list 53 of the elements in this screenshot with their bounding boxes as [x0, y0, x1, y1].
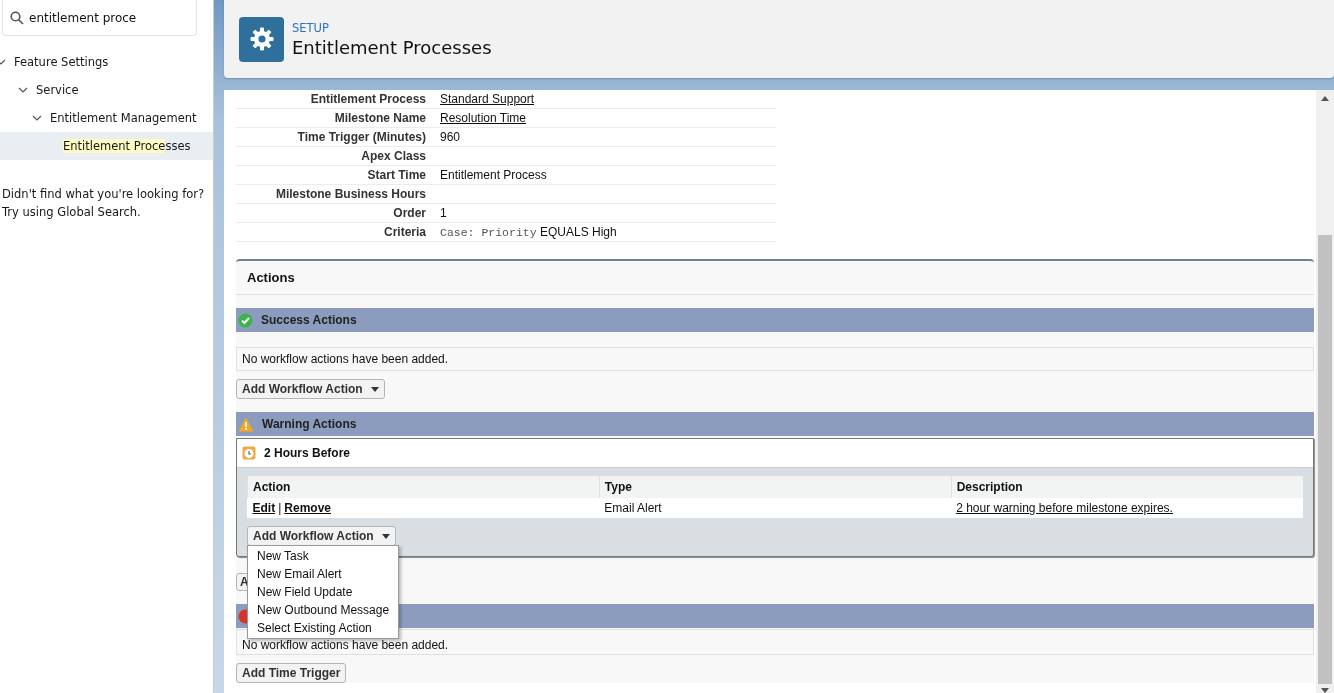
- empty-message: No workflow actions have been added.: [236, 347, 1314, 371]
- section-heading: Success Actions: [261, 313, 357, 327]
- scroll-up-icon[interactable]: [1321, 96, 1329, 101]
- breadcrumb-link[interactable]: SETUP: [292, 20, 492, 35]
- section-heading: Warning Actions: [262, 417, 357, 431]
- field-label: Start Time: [366, 168, 427, 182]
- remove-link[interactable]: Remove: [284, 501, 331, 515]
- add-time-trigger-button[interactable]: Add Time Trigger: [236, 663, 347, 683]
- section-title: Actions: [236, 261, 1314, 295]
- add-workflow-action-button[interactable]: Add Workflow Action: [236, 379, 385, 399]
- field-link[interactable]: Standard Support: [440, 92, 535, 106]
- search-icon: [10, 11, 24, 25]
- menu-item[interactable]: Select Existing Action: [248, 619, 399, 637]
- field-label: Milestone Business Hours: [274, 187, 427, 201]
- add-workflow-action-button[interactable]: Add Workflow Action: [247, 526, 396, 546]
- trigger-title: 2 Hours Before: [264, 446, 351, 460]
- field-value: 960: [440, 130, 461, 144]
- field-value: 1: [440, 206, 447, 220]
- check-circle-icon: [238, 312, 253, 328]
- warning-icon: [238, 416, 254, 432]
- edit-link[interactable]: Edit: [252, 501, 276, 515]
- column-header: Action: [247, 476, 600, 498]
- field-label: Order: [392, 206, 427, 220]
- field-link[interactable]: Resolution Time: [440, 111, 527, 125]
- help-text: Didn't find what you're looking for? Try using Global Search.: [2, 186, 206, 221]
- separator: |: [277, 501, 283, 515]
- tree-item[interactable]: Feature Settings: [14, 55, 109, 69]
- gear-icon: [239, 16, 284, 62]
- alarm-clock-icon: [242, 446, 256, 460]
- menu-item[interactable]: New Outbound Message: [248, 601, 399, 619]
- field-label: Entitlement Process: [309, 92, 427, 106]
- tree-item[interactable]: Service: [36, 83, 79, 97]
- field-label: Apex Class: [360, 149, 427, 163]
- search-field[interactable]: entitlement proce: [2, 0, 197, 36]
- description-link[interactable]: 2 hour warning before milestone expires.: [956, 501, 1173, 515]
- field-value: Case: Priority EQUALS High: [440, 225, 617, 239]
- caret-icon: [370, 386, 379, 392]
- column-header: Description: [951, 476, 1303, 498]
- chevron-down-icon[interactable]: [18, 86, 28, 94]
- page-title: Entitlement Processes: [292, 36, 492, 58]
- chevron-down-icon[interactable]: [32, 114, 42, 122]
- field-value: Entitlement Process: [440, 168, 547, 182]
- tree-item[interactable]: Entitlement Processes: [0, 132, 213, 160]
- field-label: Time Trigger (Minutes): [296, 130, 427, 144]
- field-label: Milestone Name: [333, 111, 427, 125]
- column-header: Type: [599, 476, 952, 498]
- caret-icon: [381, 533, 390, 539]
- scrollbar[interactable]: [1316, 90, 1334, 693]
- field-label: Criteria: [382, 225, 427, 239]
- scroll-down-icon[interactable]: [1321, 688, 1329, 693]
- table-cell: Email Alert: [599, 498, 952, 518]
- tree-item[interactable]: Entitlement Management: [50, 111, 197, 125]
- menu-item[interactable]: New Task: [248, 547, 399, 565]
